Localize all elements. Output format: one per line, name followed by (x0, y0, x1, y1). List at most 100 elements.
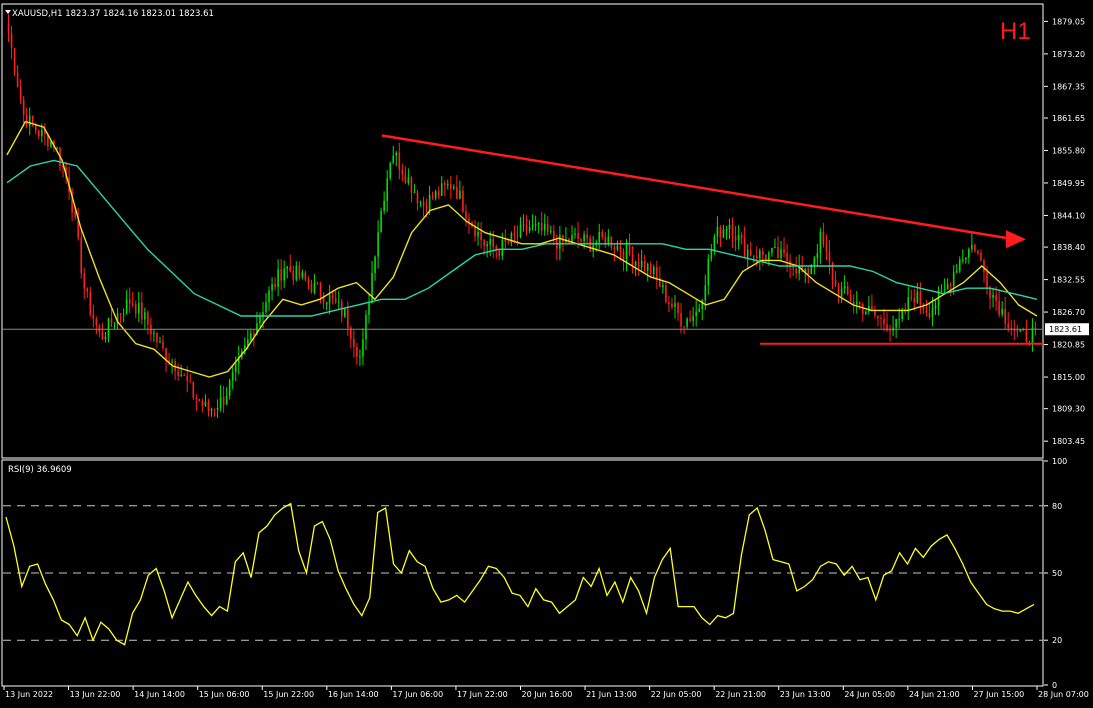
candle-body (19, 86, 22, 100)
candle-body (144, 312, 146, 320)
candle-body (952, 272, 955, 287)
candle-body (719, 226, 722, 238)
candle-body (516, 234, 519, 237)
candle-body (422, 201, 425, 206)
candle-body (531, 224, 534, 228)
time-tick-label: 22 Jun 21:00 (715, 690, 766, 699)
candle-body (840, 288, 843, 297)
candle-body (25, 114, 28, 127)
candle-body (813, 258, 816, 266)
candle-body (31, 115, 34, 125)
candle-body (553, 231, 555, 241)
time-tick-label: 14 Jun 14:00 (134, 690, 185, 699)
candle-body (759, 250, 761, 259)
candle-body (137, 302, 140, 314)
candle-body (783, 249, 785, 253)
time-tick-label: 13 Jun 2022 (5, 690, 53, 699)
candle-body (871, 306, 873, 310)
candle-body (722, 229, 725, 238)
candle-body (686, 318, 688, 327)
candle-body (880, 317, 882, 319)
candle-body (274, 284, 276, 287)
candle-body (95, 318, 98, 326)
candle-body (928, 313, 931, 318)
candle-body (525, 224, 528, 231)
candle (192, 381, 195, 400)
time-tick-label: 23 Jun 13:00 (780, 690, 831, 699)
candle-body (362, 339, 364, 357)
candle-body (968, 249, 970, 258)
candle-body (119, 313, 122, 315)
candle-body (774, 246, 776, 249)
candle-body (562, 235, 564, 242)
candle-body (337, 301, 340, 303)
candle-body (331, 295, 334, 299)
candle (665, 281, 667, 304)
candle-body (434, 191, 437, 199)
candle-body (401, 169, 404, 175)
candle-body (328, 295, 331, 303)
candle-body (483, 240, 485, 247)
candle-body (1001, 309, 1003, 315)
candle-body (701, 300, 704, 309)
candle-body (640, 261, 643, 268)
candle-body (601, 232, 604, 237)
candle-body (559, 235, 561, 249)
candle-body (652, 266, 655, 274)
candle-body (834, 280, 837, 285)
candle-body (334, 298, 337, 303)
candle-body (368, 303, 370, 316)
candle-body (325, 302, 328, 304)
candle-body (462, 190, 464, 212)
candle-body (304, 272, 307, 280)
time-tick-label: 27 Jun 15:00 (973, 690, 1024, 699)
candle-body (407, 177, 410, 183)
candle (13, 47, 16, 77)
candle-body (795, 268, 797, 274)
candle-body (1004, 309, 1006, 324)
time-tick-label: 17 Jun 22:00 (457, 690, 508, 699)
candle-body (628, 244, 631, 255)
candle-body (131, 303, 134, 305)
candle-body (222, 396, 225, 405)
candle-body (498, 249, 501, 256)
candle-body (780, 249, 782, 259)
candle-body (743, 238, 746, 258)
candle-body (371, 272, 373, 304)
candle-body (677, 302, 679, 314)
rsi-header: RSI(9) 36.9609 (8, 465, 72, 475)
candle-body (425, 205, 428, 211)
candle-body (443, 183, 446, 185)
candle-body (416, 192, 419, 204)
candle-body (310, 283, 313, 293)
candle-body (489, 238, 491, 245)
candle-body (992, 294, 994, 299)
candle-body (295, 265, 298, 280)
rsi-panel: RSI(9) 36.9609 (1, 459, 1044, 687)
price-tick-label: 1803.45 (1052, 437, 1085, 446)
candle-body (1031, 327, 1034, 344)
candle-body (746, 249, 749, 258)
candle-body (13, 48, 16, 73)
candle-body (359, 356, 361, 358)
time-tick-label: 15 Jun 22:00 (263, 690, 314, 699)
candle-body (913, 298, 916, 303)
candle-body (852, 301, 855, 304)
candle-body (907, 297, 910, 312)
time-tick-label: 24 Jun 05:00 (844, 690, 895, 699)
candle (380, 207, 382, 233)
candle-body (792, 267, 794, 269)
candle-body (507, 241, 510, 243)
rsi-tick-label: 20 (1052, 636, 1062, 645)
candle-body (680, 313, 682, 327)
candle-body (934, 305, 937, 309)
candle-body (141, 302, 143, 320)
candle-body (319, 282, 322, 297)
candle-body (234, 363, 237, 373)
candle-body (519, 225, 522, 237)
time-tick-label: 13 Jun 22:00 (70, 690, 121, 699)
candle-body (253, 333, 255, 336)
candle-body (543, 223, 546, 231)
rsi-tick-label: 50 (1052, 569, 1062, 578)
candle-body (501, 239, 504, 256)
